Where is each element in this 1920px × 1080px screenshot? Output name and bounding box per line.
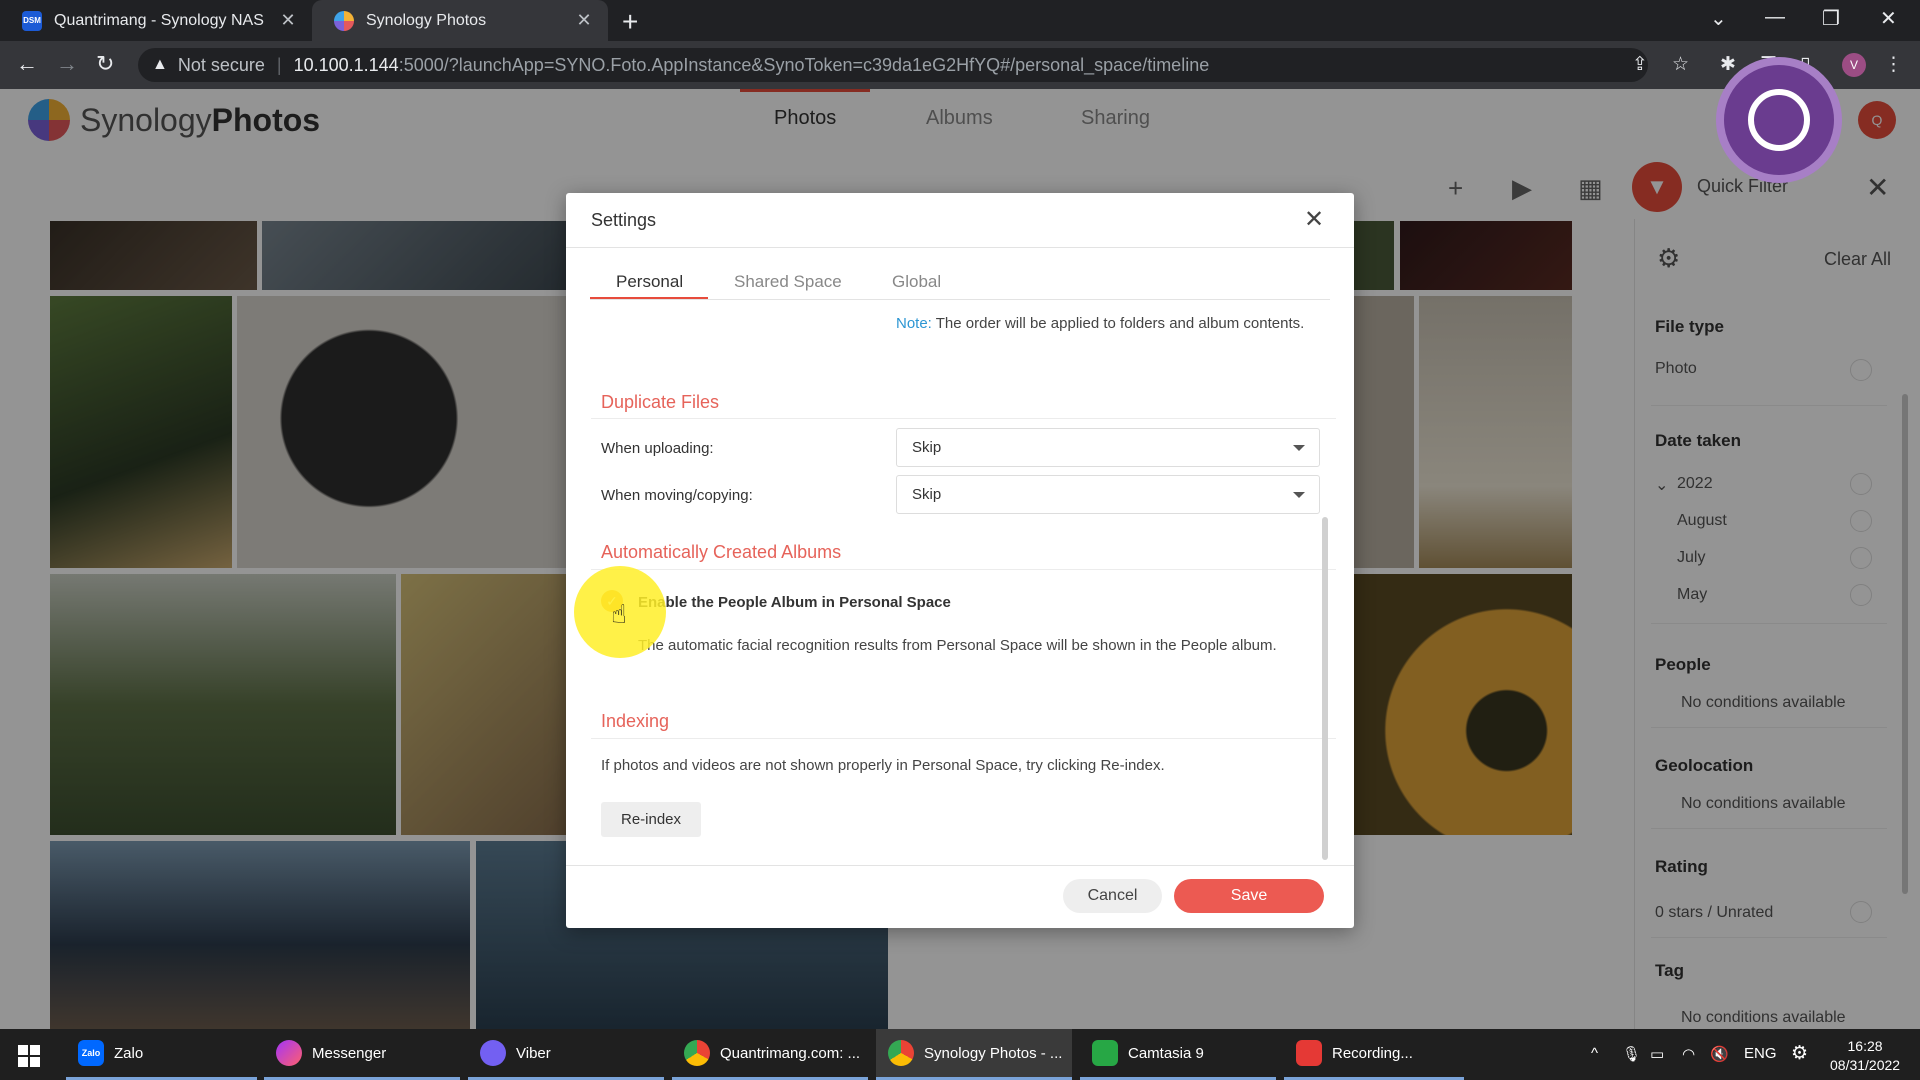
- taskbar-app-chrome-synology-photos[interactable]: Synology Photos - ...: [876, 1029, 1072, 1080]
- note-label: Note:: [896, 315, 932, 332]
- close-icon[interactable]: ✕: [278, 10, 298, 31]
- taskbar-app-label: Camtasia 9: [1128, 1044, 1204, 1062]
- note-body: The order will be applied to folders and…: [931, 315, 1305, 332]
- new-tab-icon[interactable]: +: [622, 6, 638, 38]
- when-uploading-label: When uploading:: [601, 440, 714, 457]
- recorder-icon: [1296, 1040, 1322, 1066]
- save-button[interactable]: Save: [1174, 879, 1324, 913]
- windows-taskbar: Zalo Zalo Messenger Viber Quantrimang.co…: [0, 1029, 1920, 1080]
- tab-shared-space[interactable]: Shared Space: [734, 272, 842, 292]
- security-status[interactable]: Not secure: [178, 55, 265, 76]
- caret-down-icon: [1293, 445, 1305, 451]
- forward-arrow-icon[interactable]: →: [56, 51, 78, 77]
- microphone-icon[interactable]: 🎙: [1622, 1045, 1641, 1063]
- profile-avatar[interactable]: V: [1842, 53, 1866, 77]
- extensions-icon[interactable]: ✱: [1720, 53, 1736, 76]
- taskbar-app-recording[interactable]: Recording...: [1284, 1029, 1464, 1080]
- section-heading-indexing: Indexing: [601, 711, 670, 731]
- divider: [566, 247, 1354, 248]
- taskbar-app-camtasia[interactable]: Camtasia 9: [1080, 1029, 1276, 1080]
- select-value: Skip: [912, 439, 942, 456]
- when-moving-label: When moving/copying:: [601, 487, 753, 504]
- warning-triangle-icon: ▲: [152, 56, 168, 73]
- url-path: :5000/?launchApp=SYNO.Foto.AppInstance&S…: [398, 54, 1210, 75]
- browser-tab-synology-nas[interactable]: DSM Quantrimang - Synology NAS ✕: [0, 0, 312, 41]
- windows-start-icon[interactable]: [18, 1045, 40, 1067]
- reload-icon[interactable]: ↻: [96, 51, 114, 77]
- window-close-icon[interactable]: ✕: [1880, 6, 1897, 31]
- browser-toolbar: ← → ↻ ▲ Not secure | 10.100.1.144 :5000/…: [0, 41, 1920, 89]
- settings-dialog: Settings ✕ Personal Shared Space Global …: [566, 193, 1354, 928]
- share-icon[interactable]: ⇪: [1632, 53, 1648, 76]
- tab-title: Quantrimang - Synology NAS: [54, 11, 264, 29]
- chrome-icon: [888, 1040, 914, 1066]
- minimize-icon[interactable]: —: [1765, 6, 1785, 29]
- taskbar-app-label: Recording...: [1332, 1044, 1413, 1062]
- lightbulb-overlay-icon: [1716, 57, 1842, 183]
- chrome-icon: [684, 1040, 710, 1066]
- taskbar-app-label: Quantrimang.com: ...: [720, 1044, 861, 1062]
- cancel-button[interactable]: Cancel: [1063, 879, 1162, 913]
- viber-icon: [480, 1040, 506, 1066]
- select-value: Skip: [912, 486, 942, 503]
- bulb-ring: [1748, 89, 1810, 151]
- browser-tab-bar: DSM Quantrimang - Synology NAS ✕ Synolog…: [0, 0, 1920, 41]
- bookmark-star-icon[interactable]: ☆: [1672, 53, 1689, 76]
- tab-search-chevron-icon[interactable]: ⌄: [1710, 6, 1727, 31]
- camtasia-icon: [1092, 1040, 1118, 1066]
- dialog-title: Settings: [591, 210, 657, 230]
- section-heading-duplicate-files: Duplicate Files: [601, 392, 720, 412]
- browser-tab-synology-photos[interactable]: Synology Photos ✕: [312, 0, 608, 41]
- tab-global[interactable]: Global: [892, 272, 941, 292]
- restore-icon[interactable]: ❐: [1822, 6, 1840, 31]
- dsm-favicon-icon: DSM: [22, 10, 42, 31]
- indexing-text: If photos and videos are not shown prope…: [601, 757, 1165, 774]
- people-album-checkbox-label[interactable]: Enable the People Album in Personal Spac…: [638, 594, 951, 611]
- taskbar-app-label: Viber: [516, 1044, 551, 1062]
- system-clock[interactable]: 16:28 08/31/2022: [1830, 1037, 1900, 1075]
- wifi-icon[interactable]: ◠: [1682, 1045, 1695, 1063]
- tab-divider: [590, 299, 1330, 300]
- divider: [591, 569, 1336, 570]
- taskbar-app-messenger[interactable]: Messenger: [264, 1029, 460, 1080]
- close-icon[interactable]: ✕: [574, 10, 594, 31]
- tab-active-indicator: [590, 297, 708, 299]
- reindex-button[interactable]: Re-index: [601, 802, 701, 837]
- messenger-icon: [276, 1040, 302, 1066]
- input-language[interactable]: ENG: [1744, 1045, 1777, 1062]
- caret-down-icon: [1293, 492, 1305, 498]
- tab-personal[interactable]: Personal: [616, 272, 683, 292]
- chevron-up-icon[interactable]: ^: [1591, 1045, 1598, 1062]
- photos-favicon-icon: [334, 10, 354, 31]
- zalo-icon: Zalo: [78, 1040, 104, 1066]
- taskbar-app-label: Messenger: [312, 1044, 387, 1062]
- divider: [591, 738, 1336, 739]
- section-heading-auto-albums: Automatically Created Albums: [601, 542, 842, 562]
- taskbar-app-chrome-quantrimang[interactable]: Quantrimang.com: ...: [672, 1029, 868, 1080]
- settings-gear-icon[interactable]: ⚙: [1791, 1042, 1808, 1065]
- when-moving-select[interactable]: Skip: [896, 475, 1320, 514]
- taskbar-app-label: Zalo: [114, 1044, 144, 1062]
- when-uploading-select[interactable]: Skip: [896, 428, 1320, 467]
- url-host: 10.100.1.144: [293, 54, 399, 75]
- battery-icon[interactable]: ▭: [1650, 1045, 1664, 1063]
- dialog-scrollbar[interactable]: [1322, 517, 1328, 860]
- taskbar-app-label: Synology Photos - ...: [924, 1044, 1063, 1062]
- divider: |: [276, 54, 282, 75]
- hand-cursor-icon: ☝: [611, 599, 627, 629]
- divider: [566, 865, 1354, 866]
- note-text: Note: The order will be applied to folde…: [896, 311, 1306, 336]
- tab-title: Synology Photos: [366, 11, 487, 29]
- close-icon[interactable]: ✕: [1304, 205, 1324, 234]
- divider: [591, 418, 1336, 419]
- taskbar-app-zalo[interactable]: Zalo Zalo: [66, 1029, 257, 1080]
- clock-time: 16:28: [1847, 1038, 1883, 1054]
- address-bar[interactable]: ▲ Not secure | 10.100.1.144 :5000/?launc…: [138, 48, 1648, 82]
- back-arrow-icon[interactable]: ←: [16, 51, 38, 77]
- speaker-muted-icon[interactable]: 🔇: [1710, 1045, 1729, 1063]
- clock-date: 08/31/2022: [1830, 1057, 1901, 1073]
- people-album-description: The automatic facial recognition results…: [638, 637, 1277, 654]
- taskbar-app-viber[interactable]: Viber: [468, 1029, 664, 1080]
- menu-kebab-icon[interactable]: ⋮: [1884, 53, 1903, 76]
